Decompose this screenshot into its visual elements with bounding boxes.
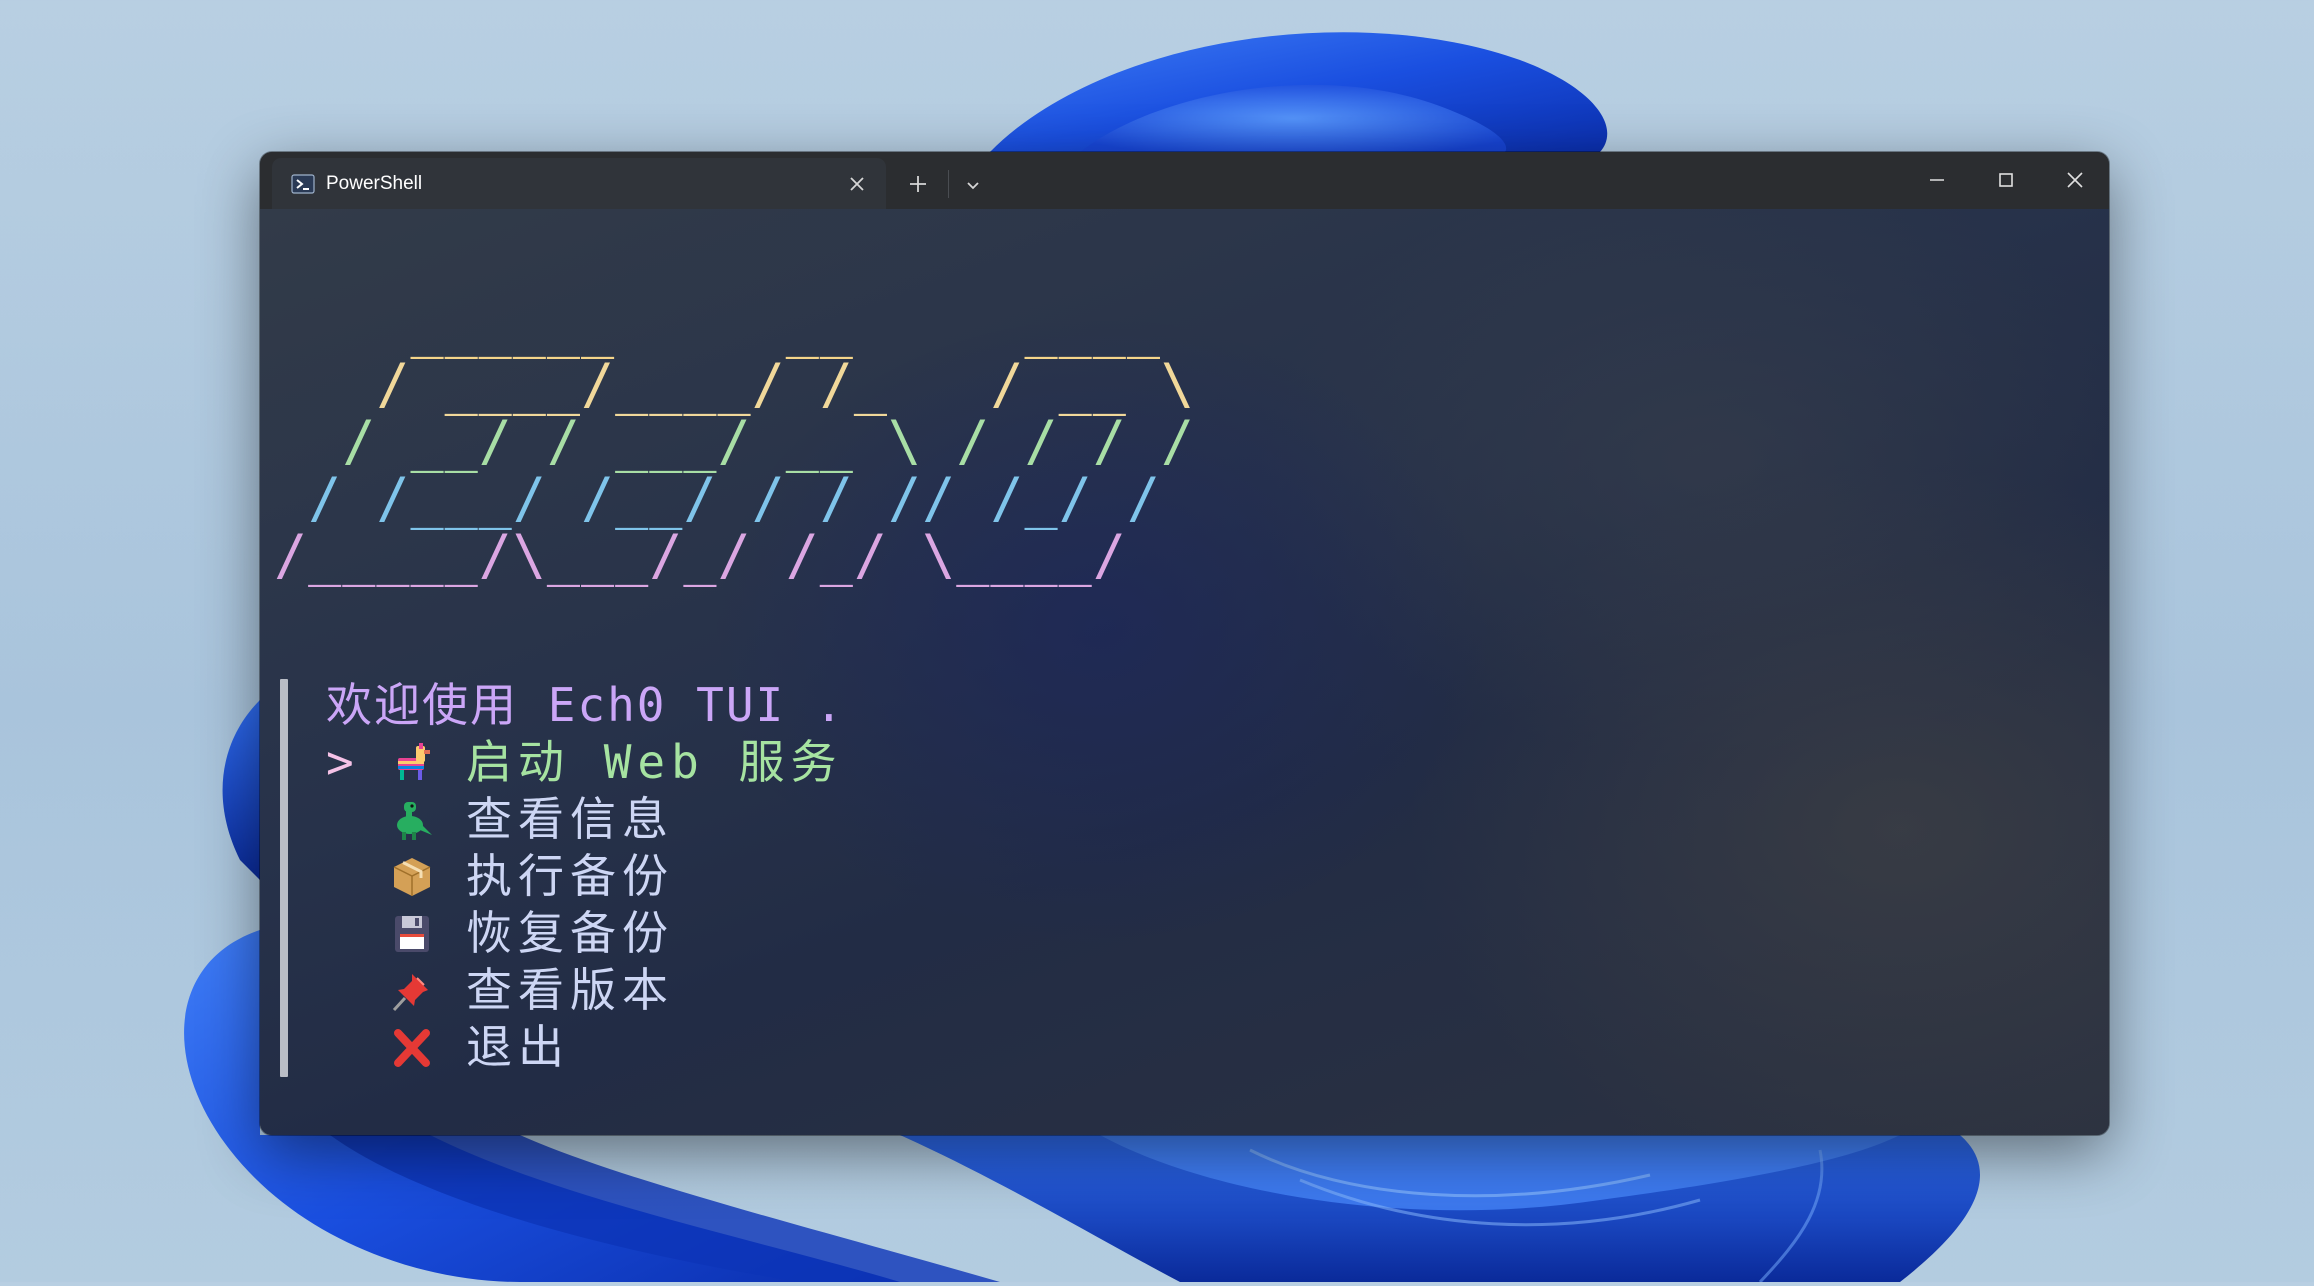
menu-item-label: 退出 bbox=[466, 1020, 570, 1074]
terminal-window: PowerShell ______ __ ____ / ____/____/ /… bbox=[260, 152, 2109, 1135]
selection-cursor: > bbox=[326, 735, 354, 789]
menu-item-label: 执行备份 bbox=[466, 849, 674, 903]
terminal-content[interactable]: ______ __ ____ / ____/____/ /_ / __ \ / … bbox=[260, 209, 2109, 1135]
powershell-icon bbox=[290, 171, 316, 197]
menu-border-bar bbox=[280, 679, 288, 1077]
banner-line: /_____/\___/_/ /_/ \____/ bbox=[274, 523, 1196, 587]
menu-item-view-info[interactable]: 查看信息 bbox=[326, 791, 845, 848]
menu-item-label: 恢复备份 bbox=[466, 906, 674, 960]
close-icon bbox=[2067, 172, 2083, 188]
maximize-button[interactable] bbox=[1972, 152, 2040, 209]
menu-item-exit[interactable]: 退出 bbox=[326, 1019, 845, 1076]
tab-close-icon[interactable] bbox=[847, 174, 867, 194]
tui-menu: 欢迎使用 Ech0 TUI . > 启动 Web 服务 查看信息 执行备份 恢复… bbox=[326, 677, 845, 1076]
minimize-button[interactable] bbox=[1903, 152, 1971, 209]
close-window-button[interactable] bbox=[2041, 152, 2109, 209]
chevron-down-icon[interactable] bbox=[960, 172, 986, 198]
tab-title: PowerShell bbox=[326, 173, 423, 194]
floppy-disk-icon bbox=[388, 913, 436, 955]
menu-item-run-backup[interactable]: 执行备份 bbox=[326, 848, 845, 905]
menu-item-restore-backup[interactable]: 恢复备份 bbox=[326, 905, 845, 962]
ascii-art-banner: ______ __ ____ / ____/____/ /_ / __ \ / … bbox=[274, 299, 1195, 584]
cross-mark-icon bbox=[388, 1027, 436, 1069]
pushpin-icon bbox=[388, 970, 436, 1012]
banner-line: / __/ / ___/ __ \ / / / / bbox=[274, 409, 1196, 473]
menu-title: 欢迎使用 Ech0 TUI . bbox=[326, 678, 845, 732]
banner-line: ______ __ ____ bbox=[274, 295, 1196, 359]
banner-line: / /___/ /__/ / / // /_/ / bbox=[274, 466, 1196, 530]
new-tab-plus-icon[interactable] bbox=[904, 170, 932, 198]
tab-separator bbox=[948, 170, 949, 198]
tab-powershell[interactable]: PowerShell bbox=[272, 158, 886, 209]
minimize-icon bbox=[1930, 179, 1944, 181]
dinosaur-icon bbox=[388, 799, 436, 841]
menu-item-start-web[interactable]: > 启动 Web 服务 bbox=[326, 734, 845, 791]
banner-line: / ____/____/ /_ / __ \ bbox=[274, 352, 1196, 416]
menu-item-view-version[interactable]: 查看版本 bbox=[326, 962, 845, 1019]
menu-item-label: 查看版本 bbox=[466, 963, 674, 1017]
title-bar[interactable]: PowerShell bbox=[260, 152, 2109, 209]
menu-item-label: 启动 Web 服务 bbox=[466, 735, 843, 789]
package-icon bbox=[388, 856, 436, 898]
pinata-icon bbox=[388, 742, 436, 784]
menu-item-label: 查看信息 bbox=[466, 792, 674, 846]
maximize-icon bbox=[1999, 173, 2013, 187]
